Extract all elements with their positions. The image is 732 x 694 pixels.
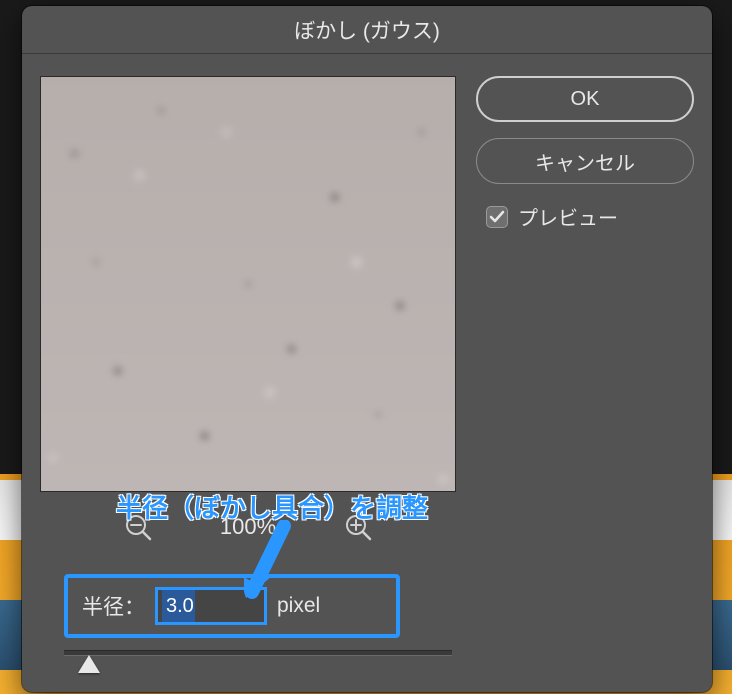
- zoom-percent-label: 100%: [213, 514, 283, 540]
- cancel-button[interactable]: キャンセル: [476, 138, 694, 184]
- zoom-out-icon: [124, 513, 152, 541]
- radius-highlight-box: 半径： pixel: [64, 574, 400, 638]
- button-column: OK キャンセル プレビュー: [476, 76, 694, 231]
- zoom-out-button[interactable]: [123, 512, 153, 542]
- dialog-titlebar: ぼかし (ガウス): [22, 6, 712, 54]
- radius-input[interactable]: [157, 589, 265, 623]
- ok-button-label: OK: [571, 88, 600, 111]
- radius-slider-track[interactable]: [64, 650, 452, 656]
- preview-image[interactable]: [40, 76, 456, 492]
- radius-unit-label: pixel: [277, 594, 320, 618]
- zoom-controls: 100%: [40, 504, 456, 550]
- radius-slider-thumb[interactable]: [78, 655, 100, 673]
- dialog-title: ぼかし (ガウス): [294, 15, 440, 45]
- radius-label: 半径：: [82, 591, 145, 621]
- checkmark-icon: [489, 209, 505, 225]
- gaussian-blur-dialog: ぼかし (ガウス) OK キャンセル プレビュー 半径（ぼかし具合）を調整: [22, 6, 712, 692]
- preview-checkbox-row: プレビュー: [486, 202, 694, 231]
- preview-noise-texture: [40, 76, 456, 492]
- dialog-content: OK キャンセル プレビュー 半径（ぼかし具合）を調整: [22, 54, 712, 692]
- preview-checkbox-label: プレビュー: [518, 202, 618, 231]
- preview-checkbox[interactable]: [486, 206, 508, 228]
- zoom-in-icon: [344, 513, 372, 541]
- cancel-button-label: キャンセル: [535, 147, 635, 176]
- ok-button[interactable]: OK: [476, 76, 694, 122]
- zoom-in-button[interactable]: [343, 512, 373, 542]
